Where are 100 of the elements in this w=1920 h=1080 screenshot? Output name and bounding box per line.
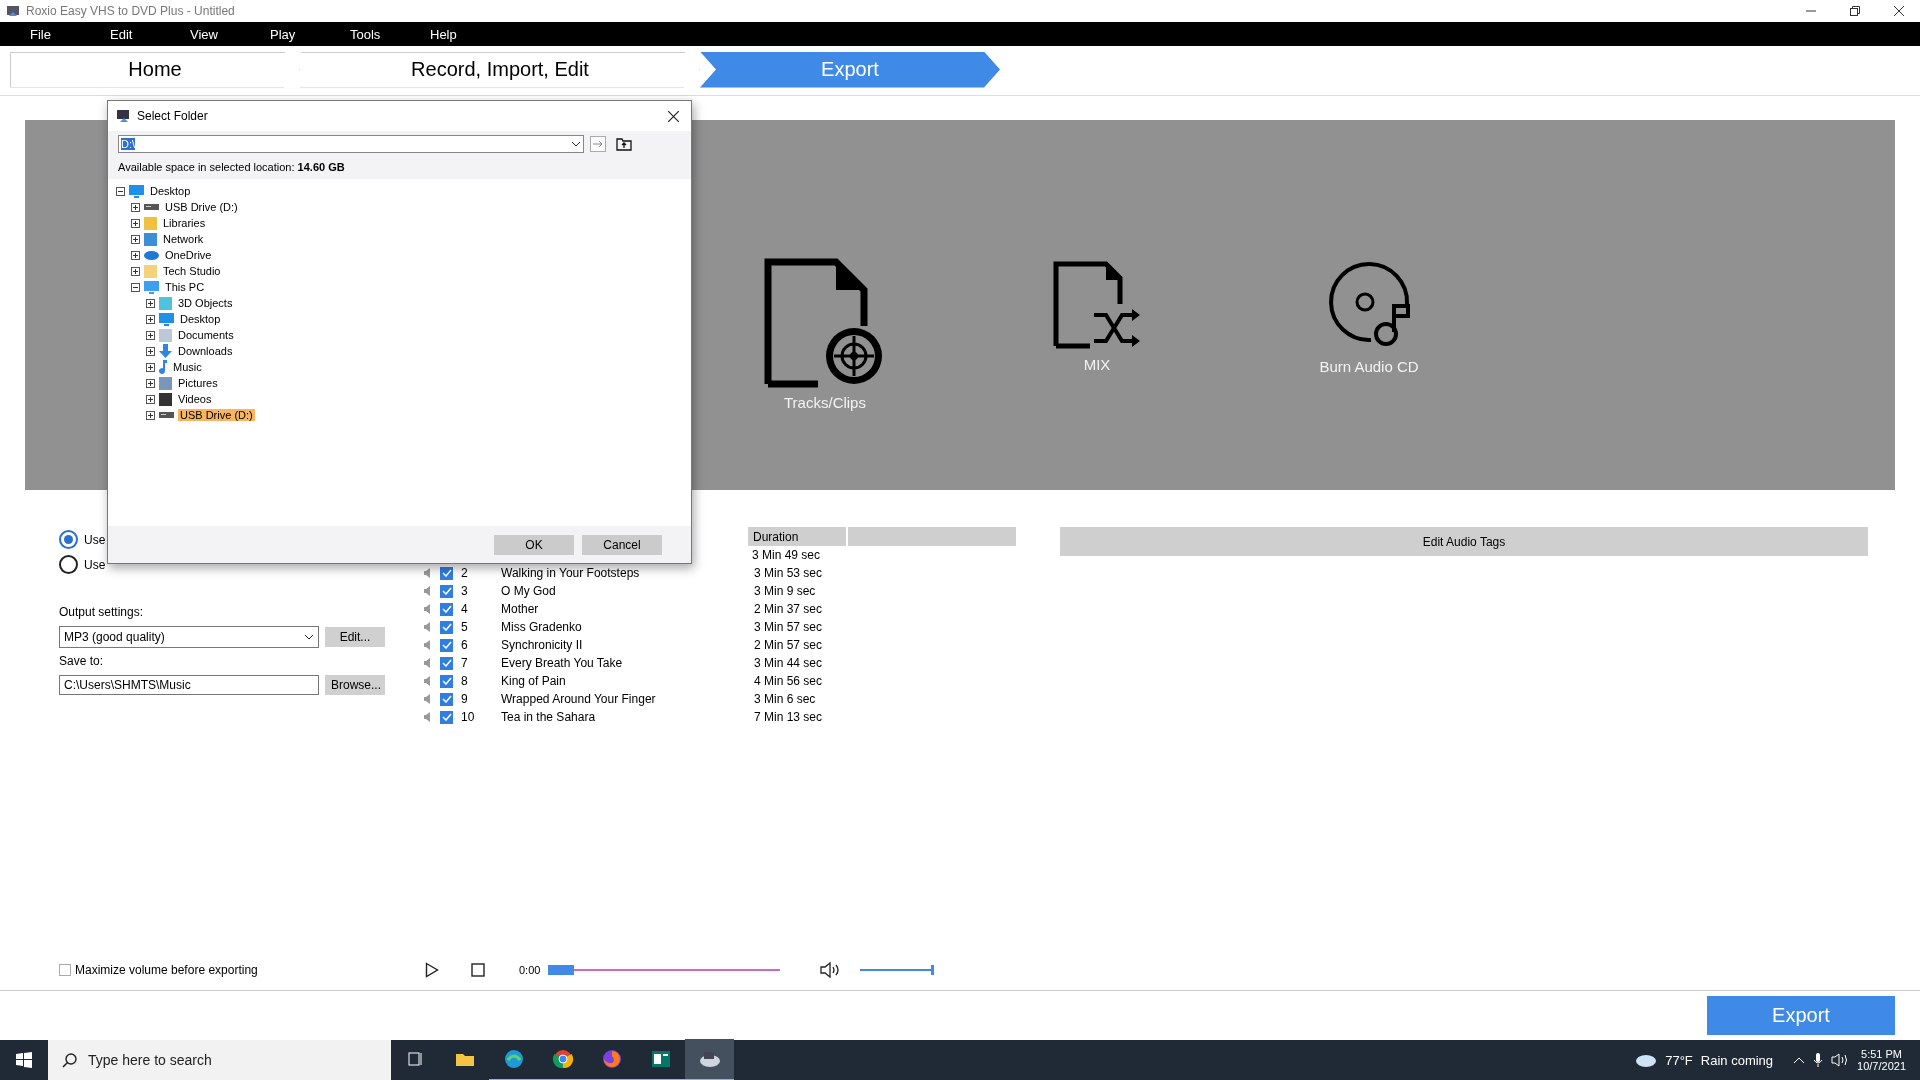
step-tab[interactable]: Export	[700, 51, 1000, 88]
track-checkbox[interactable]	[440, 638, 453, 652]
expand-toggle[interactable]	[146, 410, 155, 420]
expand-toggle[interactable]	[146, 298, 155, 308]
track-checkbox[interactable]	[440, 620, 453, 634]
track-duration: 7 Min 13 sec	[754, 710, 823, 724]
chevron-up-icon[interactable]	[1793, 1056, 1806, 1064]
menu-item[interactable]: View	[190, 26, 270, 42]
search-icon	[62, 1052, 78, 1068]
track-duration: 3 Min 53 sec	[754, 566, 823, 580]
close-icon[interactable]	[1894, 6, 1904, 16]
expand-toggle[interactable]	[146, 330, 155, 340]
available-space-text: Available space in selected location: 14.60 GB	[118, 161, 346, 173]
tree-item[interactable]: Videos	[176, 393, 214, 405]
menu-item[interactable]: Help	[430, 26, 510, 42]
step-tab[interactable]: Home	[10, 51, 300, 88]
expand-toggle[interactable]	[131, 218, 140, 228]
track-checkbox[interactable]	[440, 710, 453, 724]
checkbox-label: Maximize volume before exporting	[75, 963, 258, 977]
radio-label: Use	[84, 557, 106, 572]
document-app-icon	[650, 1049, 671, 1069]
ok-button[interactable]: OK	[494, 534, 574, 555]
save-path-field[interactable]: C:\Users\SHMTS\Music	[59, 675, 319, 695]
tree-item[interactable]: Pictures	[176, 377, 220, 389]
track-checkbox[interactable]	[440, 566, 453, 580]
stop-button[interactable]	[471, 963, 485, 977]
weather-text: Rain coming	[1700, 1052, 1774, 1068]
task-view-icon	[407, 1051, 424, 1067]
export-button[interactable]: Export	[1707, 996, 1895, 1035]
track-duration: 3 Min 49 sec	[752, 548, 821, 562]
checkbox[interactable]	[59, 964, 71, 976]
track-title: Every Breath You Take	[501, 656, 624, 670]
expand-toggle[interactable]	[146, 362, 155, 372]
column-header[interactable]: Duration	[748, 527, 846, 546]
close-icon[interactable]	[668, 110, 679, 122]
edit-audio-tags-button[interactable]: Edit Audio Tags	[1060, 527, 1868, 556]
expand-toggle[interactable]	[146, 394, 155, 404]
expand-toggle[interactable]	[146, 378, 155, 388]
microphone-icon[interactable]	[1813, 1052, 1824, 1068]
expand-toggle[interactable]	[131, 266, 140, 276]
drive-icon	[159, 412, 174, 418]
track-title: Mother	[501, 602, 540, 616]
track-number: 5	[461, 620, 469, 634]
taskbar-clock[interactable]: 5:51 PM 10/7/2021	[1857, 1048, 1906, 1072]
tree-item[interactable]: OneDrive	[163, 249, 214, 261]
tree-item[interactable]: Tech Studio	[161, 265, 223, 277]
track-duration: 3 Min 44 sec	[754, 656, 823, 670]
browse-button[interactable]: Browse...	[325, 675, 385, 695]
tree-item[interactable]: Libraries	[161, 217, 208, 229]
music-note-icon	[159, 360, 167, 374]
volume-thumb[interactable]	[931, 965, 935, 975]
collapse-toggle[interactable]	[131, 282, 140, 292]
tree-item[interactable]: Downloads	[176, 345, 235, 357]
step-tab[interactable]: Record, Import, Edit	[300, 51, 700, 88]
menu-item[interactable]: Play	[270, 26, 350, 42]
track-checkbox[interactable]	[440, 692, 453, 706]
speaker-icon[interactable]	[1831, 1053, 1850, 1067]
track-checkbox[interactable]	[440, 602, 453, 616]
track-title: Synchronicity II	[501, 638, 584, 652]
output-format-dropdown[interactable]: MP3 (good quality)	[59, 626, 319, 648]
menu-item[interactable]: File	[30, 26, 110, 42]
tree-item[interactable]: Desktop	[178, 313, 223, 325]
track-checkbox[interactable]	[440, 656, 453, 670]
expand-toggle[interactable]	[146, 346, 155, 356]
track-title: King of Pain	[501, 674, 567, 688]
restore-icon[interactable]	[1850, 6, 1860, 16]
expand-toggle[interactable]	[146, 314, 155, 324]
tree-item[interactable]: 3D Objects	[176, 297, 235, 309]
collapse-toggle[interactable]	[116, 186, 125, 196]
taskbar-app[interactable]	[685, 1039, 734, 1080]
tree-item[interactable]: This PC	[163, 281, 207, 293]
play-button[interactable]	[425, 962, 439, 978]
track-checkbox[interactable]	[440, 674, 453, 688]
folder-up-icon[interactable]	[616, 137, 632, 151]
cancel-button[interactable]: Cancel	[582, 534, 662, 555]
tree-item[interactable]: Documents	[176, 329, 236, 341]
expand-toggle[interactable]	[131, 202, 140, 212]
tree-item[interactable]: Music	[171, 361, 204, 373]
radio-button[interactable]	[59, 555, 78, 574]
drive-icon	[144, 204, 159, 210]
tree-item[interactable]: Desktop	[148, 185, 193, 197]
seek-thumb[interactable]	[548, 965, 575, 975]
edit-button[interactable]: Edit...	[325, 627, 385, 647]
track-duration: 3 Min 57 sec	[754, 620, 823, 634]
radio-button[interactable]	[59, 530, 78, 549]
expand-toggle[interactable]	[131, 250, 140, 260]
go-arrow-button[interactable]	[590, 136, 606, 152]
track-number: 4	[461, 602, 469, 616]
menu-item[interactable]: Tools	[350, 26, 430, 42]
track-checkbox[interactable]	[440, 584, 453, 598]
dialog-title: Select Folder	[137, 109, 208, 123]
tree-item[interactable]: USB Drive (D:)	[163, 201, 240, 213]
taskbar-search-field[interactable]: Type here to search	[48, 1040, 391, 1080]
window-title: Roxio Easy VHS to DVD Plus - Untitled	[26, 4, 235, 18]
expand-toggle[interactable]	[131, 234, 140, 244]
tree-item[interactable]: USB Drive (D:)	[178, 409, 255, 421]
tree-item[interactable]: Network	[161, 233, 206, 245]
path-dropdown[interactable]: D:\	[118, 135, 584, 153]
menu-item[interactable]: Edit	[110, 26, 190, 42]
save-to-label: Save to:	[59, 654, 105, 668]
